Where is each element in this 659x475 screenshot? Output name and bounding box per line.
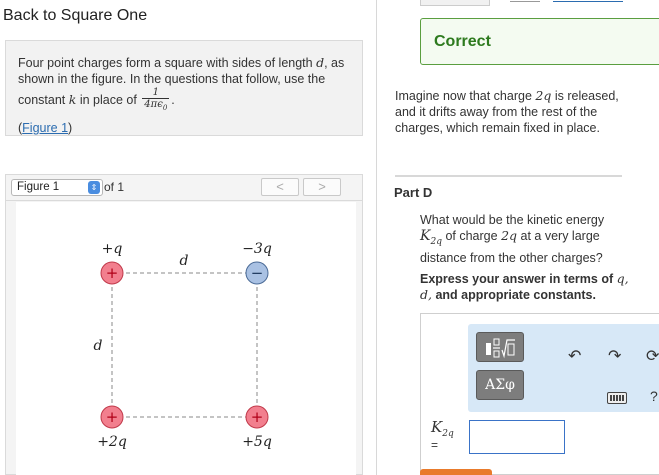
answer-label: K2q [431, 418, 454, 439]
part-label: Part D [394, 185, 433, 200]
scenario-var: 2q [535, 88, 552, 103]
figure-link-row: (Figure 1) [18, 121, 73, 135]
plus-sign-icon: + [106, 264, 119, 282]
fraction-denominator-text: 4πϵ [144, 99, 163, 110]
redo-icon[interactable]: ↷ [608, 349, 621, 365]
fraction-root-template-icon [486, 338, 515, 359]
question-text-2: of charge [445, 229, 498, 243]
side-length-label-left: d [94, 338, 103, 354]
my-answers-link-peek[interactable] [553, 0, 623, 2]
question-var: 2q [501, 228, 518, 243]
plus-sign-icon: + [251, 408, 264, 426]
fraction-denominator-sub: 0 [162, 104, 168, 112]
undo-icon[interactable]: ↶ [568, 349, 581, 365]
chevron-right-icon: > [318, 179, 326, 194]
chevron-updown-icon: ⇕ [88, 181, 100, 194]
problem-intro: Four point charges form a square with si… [5, 40, 363, 136]
var-k: k [68, 91, 77, 107]
keyboard-icon[interactable] [607, 392, 627, 404]
answer-input[interactable] [469, 420, 565, 454]
plus-sign-icon: + [106, 408, 119, 426]
symbols-button[interactable]: ΑΣφ [476, 370, 524, 400]
next-figure-button[interactable]: > [303, 178, 341, 196]
answer-area: ΑΣφ ↶ ↷ ⟳ ? K2q = [420, 313, 659, 475]
scenario-text: Imagine now that charge 2q is released, … [395, 88, 627, 136]
help-icon[interactable]: ? [650, 388, 658, 404]
math-toolbar: ΑΣφ ↶ ↷ ⟳ ? [468, 324, 659, 412]
figure-select[interactable]: Figure 1 ⇕ [11, 179, 103, 196]
answer-label-symbol: K [431, 418, 443, 436]
scenario-text-1: Imagine now that charge [395, 89, 532, 103]
figure-panel: Figure 1 ⇕ of 1 < > + − + + +q −3q +2q +… [5, 174, 363, 475]
figure-link[interactable]: Figure 1 [22, 121, 68, 135]
coulomb-fraction: 1 4πϵ0 [142, 87, 170, 114]
submit-button[interactable] [420, 469, 492, 475]
charge-label-top-right: −3q [242, 241, 272, 257]
fraction-numerator: 1 [142, 87, 170, 99]
section-divider [395, 175, 622, 177]
fraction-denominator: 4πϵ0 [142, 99, 169, 114]
page-title: Back to Square One [3, 7, 148, 24]
figure-canvas: + − + + +q −3q +2q +5q d d [16, 202, 356, 475]
question-k-sub: 2q [430, 236, 442, 247]
figure-select-value: Figure 1 [17, 181, 60, 193]
instructions-text-1: Express your answer in terms of [420, 272, 614, 286]
intro-text-3: in place of [79, 92, 137, 107]
charge-square-diagram: + − + + +q −3q +2q +5q d d [94, 241, 272, 450]
prev-figure-button[interactable]: < [261, 178, 299, 196]
right-pane: Correct Imagine now that charge 2q is re… [377, 0, 659, 475]
hints-link-peek[interactable] [510, 0, 540, 2]
charge-label-top-left: +q [102, 241, 123, 257]
chevron-left-icon: < [276, 179, 284, 194]
charge-label-bottom-left: +2q [97, 434, 127, 450]
figure-count: of 1 [104, 180, 125, 194]
instructions-text-2: and appropriate constants. [435, 288, 596, 302]
question-k-var: K2q [420, 228, 442, 247]
minus-sign-icon: − [251, 264, 264, 282]
reset-icon[interactable]: ⟳ [646, 349, 659, 365]
answer-equals: = [431, 438, 439, 452]
figure-toolbar: Figure 1 ⇕ of 1 < > [6, 175, 362, 201]
intro-text: Four point charges form a square with si… [18, 56, 313, 70]
left-pane: Back to Square One Four point charges fo… [0, 0, 376, 475]
answer-instructions: Express your answer in terms of q, d, an… [420, 271, 630, 303]
intro-text-4: . [171, 92, 175, 107]
side-length-label-top: d [180, 253, 189, 269]
feedback-correct-banner: Correct [420, 18, 659, 65]
question-k-symbol: K [420, 228, 431, 244]
question-text: What would be the kinetic energy K2q of … [420, 212, 620, 266]
submit-button-top-peek[interactable] [420, 0, 490, 6]
question-text-1: What would be the kinetic energy [420, 213, 605, 227]
answer-label-sub: 2q [442, 429, 454, 439]
charge-label-bottom-right: +5q [242, 434, 272, 450]
var-d: d [316, 55, 325, 70]
template-button[interactable] [476, 332, 524, 362]
